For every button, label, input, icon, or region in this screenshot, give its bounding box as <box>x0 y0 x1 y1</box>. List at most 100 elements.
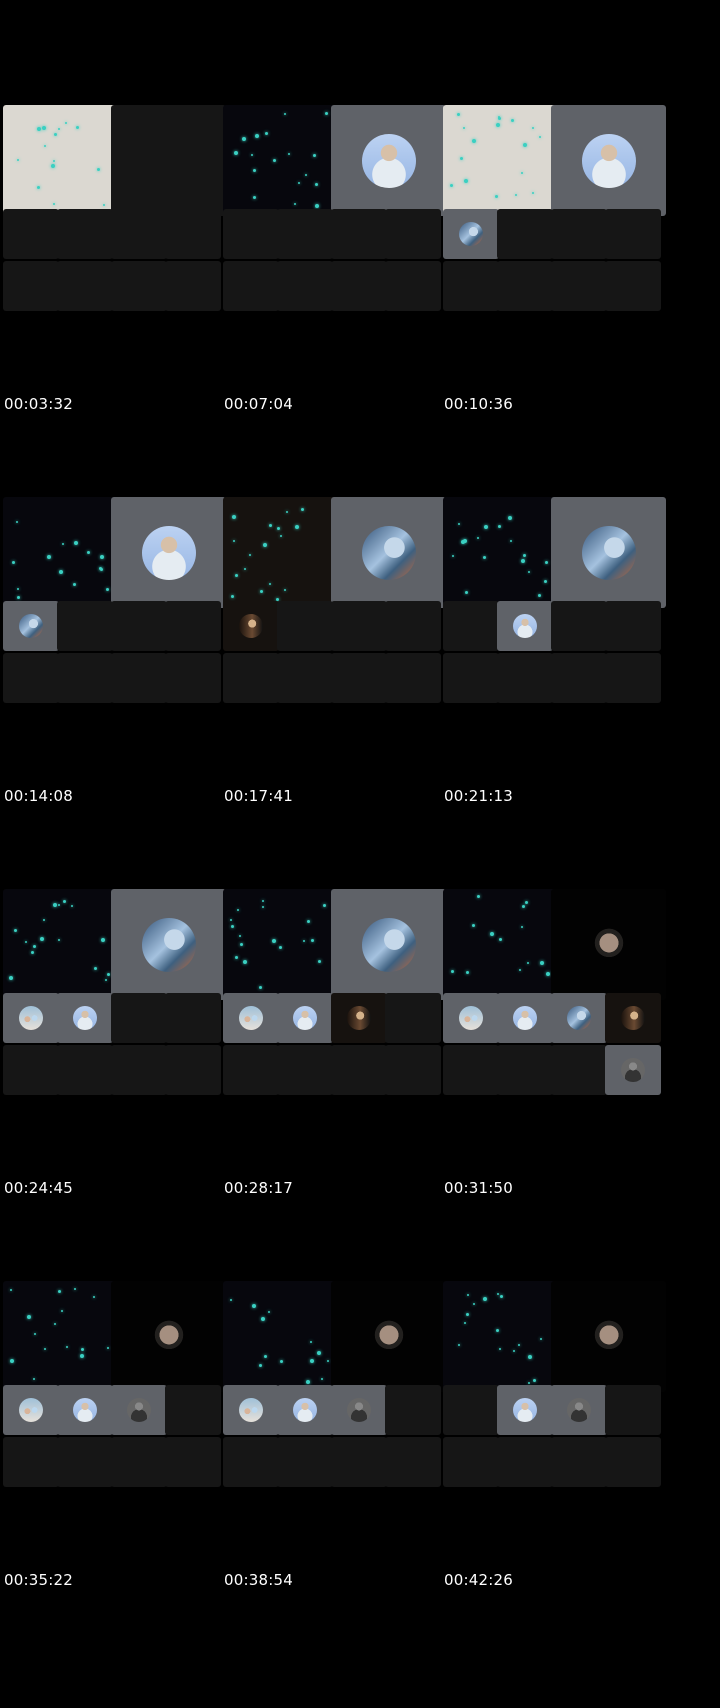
video-frame[interactable]: 00:17:41 <box>220 392 457 819</box>
avatar-man-image <box>513 614 537 638</box>
video-frame[interactable]: 00:42:26 <box>440 1176 677 1603</box>
empty-tile <box>331 601 387 651</box>
particle <box>466 1293 469 1296</box>
particle <box>33 945 37 949</box>
particle <box>458 1343 461 1346</box>
video-frame[interactable]: 00:28:17 <box>220 784 457 1211</box>
empty-tile <box>497 653 553 703</box>
particle <box>239 942 243 946</box>
particle <box>511 119 515 123</box>
video-frame[interactable]: 00:38:54 <box>220 1176 457 1603</box>
particle <box>527 1355 532 1360</box>
avatar-blue-image <box>459 222 483 246</box>
particle <box>106 1346 109 1349</box>
particle <box>42 125 47 130</box>
particle <box>233 150 238 155</box>
particle <box>538 136 541 139</box>
empty-tile <box>111 1045 167 1095</box>
empty-tile <box>605 1385 661 1435</box>
particle <box>258 1363 262 1367</box>
particle <box>61 543 64 546</box>
particles-tile <box>223 105 338 216</box>
particle <box>11 560 15 564</box>
face-image <box>587 923 630 966</box>
participant-grid <box>443 497 677 713</box>
empty-tile <box>223 209 279 259</box>
participant-tile <box>57 1385 113 1435</box>
empty-tile <box>497 1045 553 1095</box>
participant-tile <box>223 1385 279 1435</box>
video-frame[interactable]: 00:35:22 <box>0 1176 237 1603</box>
particle <box>533 1378 537 1382</box>
particle <box>261 900 264 903</box>
empty-tile <box>385 1045 441 1095</box>
particle <box>521 559 526 564</box>
participant-tile <box>3 993 59 1043</box>
particle <box>284 113 287 116</box>
participant-grid <box>443 105 677 321</box>
particle <box>462 126 465 129</box>
video-frame[interactable]: 00:07:04 <box>220 0 457 427</box>
video-frame[interactable]: 00:03:32 <box>0 0 237 427</box>
particle <box>105 978 108 981</box>
participant-tile <box>605 993 661 1043</box>
particle <box>521 904 525 908</box>
particle <box>33 1378 36 1381</box>
empty-tile <box>57 1045 113 1095</box>
particle <box>272 939 277 944</box>
video-frame[interactable]: 00:24:45 <box>0 784 237 1211</box>
particle <box>243 960 248 965</box>
avatar-man-image <box>361 133 416 188</box>
particle <box>230 924 234 928</box>
particle <box>72 582 76 586</box>
video-frame[interactable]: 00:14:08 <box>0 392 237 819</box>
empty-tile <box>497 1437 553 1487</box>
avatar-man-image <box>513 1006 537 1030</box>
participant-tile <box>551 105 666 216</box>
particle <box>100 555 105 560</box>
particle <box>230 1299 233 1302</box>
video-tile <box>551 1281 666 1392</box>
video-frame[interactable]: 00:21:13 <box>440 392 677 819</box>
particle <box>102 204 105 207</box>
face-image <box>147 1315 190 1358</box>
particle <box>279 534 282 537</box>
particle <box>53 159 56 162</box>
particles-tile <box>443 889 558 1000</box>
empty-tile <box>223 653 279 703</box>
participant-tile <box>497 601 553 651</box>
avatar-blue-image <box>361 917 416 972</box>
particle <box>46 554 51 559</box>
avatar-man-image <box>293 1006 317 1030</box>
particle <box>477 895 481 898</box>
avatar-hair-image <box>347 1006 371 1030</box>
particle <box>96 167 100 171</box>
particle <box>16 596 20 600</box>
particle <box>37 127 42 132</box>
particle <box>523 553 527 557</box>
particle <box>239 934 242 937</box>
empty-tile <box>551 1437 607 1487</box>
empty-tile <box>277 653 333 703</box>
particle <box>507 515 512 520</box>
participant-tile <box>443 209 499 259</box>
particle <box>101 938 106 943</box>
particle <box>519 968 522 971</box>
particle <box>545 971 550 976</box>
participant-grid <box>3 889 237 1105</box>
empty-tile <box>223 1045 279 1095</box>
particle <box>267 1310 270 1313</box>
particle <box>314 203 319 208</box>
video-frame[interactable]: 00:10:36 <box>440 0 677 427</box>
empty-tile <box>3 653 59 703</box>
particle <box>323 903 327 907</box>
participant-grid <box>223 889 457 1105</box>
empty-tile <box>165 1385 221 1435</box>
particle <box>497 117 501 121</box>
avatar-man-image <box>73 1398 97 1422</box>
particle <box>50 163 55 168</box>
participant-tile <box>331 105 446 216</box>
particle <box>251 1303 256 1308</box>
participant-tile <box>331 497 446 608</box>
video-frame[interactable]: 00:31:50 <box>440 784 677 1211</box>
